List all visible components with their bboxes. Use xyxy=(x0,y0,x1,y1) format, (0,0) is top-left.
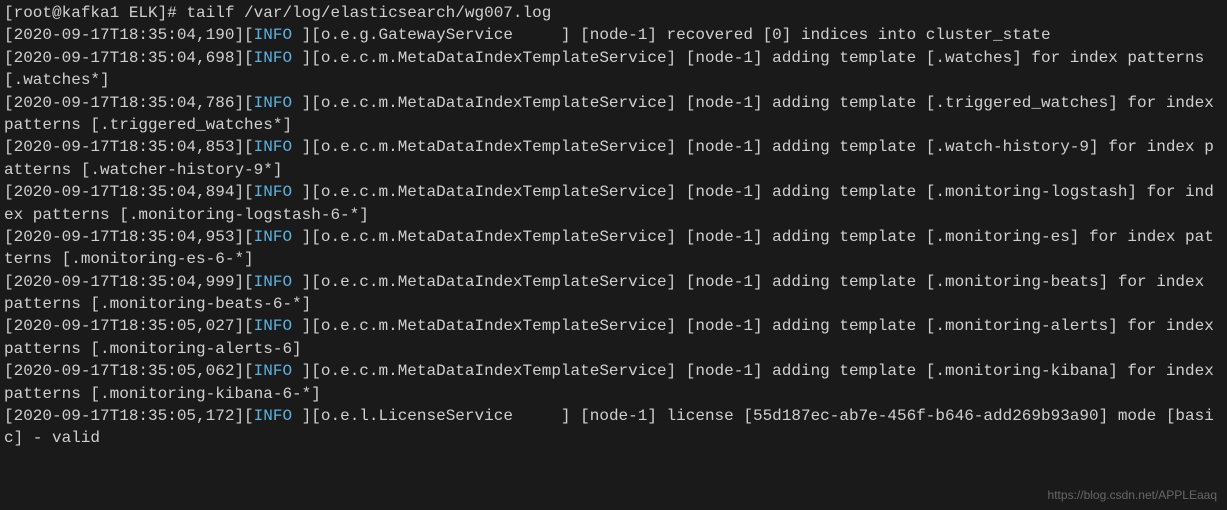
log-level-info: INFO xyxy=(254,49,302,67)
log-level-info: INFO xyxy=(254,26,302,44)
log-level-info: INFO xyxy=(254,362,302,380)
shell-prompt: [root@kafka1 ELK]# xyxy=(4,4,186,22)
watermark-text: https://blog.csdn.net/APPLEaaq xyxy=(1048,487,1217,504)
log-line: [2020-09-17T18:35:04,999][INFO ][o.e.c.m… xyxy=(4,273,1214,313)
log-line: [2020-09-17T18:35:04,786][INFO ][o.e.c.m… xyxy=(4,94,1223,134)
log-level-info: INFO xyxy=(254,317,302,335)
shell-command: tailf /var/log/elasticsearch/wg007.log xyxy=(186,4,551,22)
log-line: [2020-09-17T18:35:04,953][INFO ][o.e.c.m… xyxy=(4,228,1214,268)
log-line: [2020-09-17T18:35:04,698][INFO ][o.e.c.m… xyxy=(4,49,1214,89)
log-level-info: INFO xyxy=(254,273,302,291)
log-line: [2020-09-17T18:35:04,894][INFO ][o.e.c.m… xyxy=(4,183,1214,223)
log-level-info: INFO xyxy=(254,94,302,112)
log-line: [2020-09-17T18:35:04,190][INFO ][o.e.g.G… xyxy=(4,26,1051,44)
log-line: [2020-09-17T18:35:05,027][INFO ][o.e.c.m… xyxy=(4,317,1223,357)
log-line: [2020-09-17T18:35:05,172][INFO ][o.e.l.L… xyxy=(4,407,1214,447)
log-level-info: INFO xyxy=(254,228,302,246)
terminal-output[interactable]: [root@kafka1 ELK]# tailf /var/log/elasti… xyxy=(4,2,1223,450)
log-line: [2020-09-17T18:35:04,853][INFO ][o.e.c.m… xyxy=(4,138,1214,178)
log-level-info: INFO xyxy=(254,138,302,156)
log-level-info: INFO xyxy=(254,407,302,425)
log-level-info: INFO xyxy=(254,183,302,201)
log-line: [2020-09-17T18:35:05,062][INFO ][o.e.c.m… xyxy=(4,362,1223,402)
